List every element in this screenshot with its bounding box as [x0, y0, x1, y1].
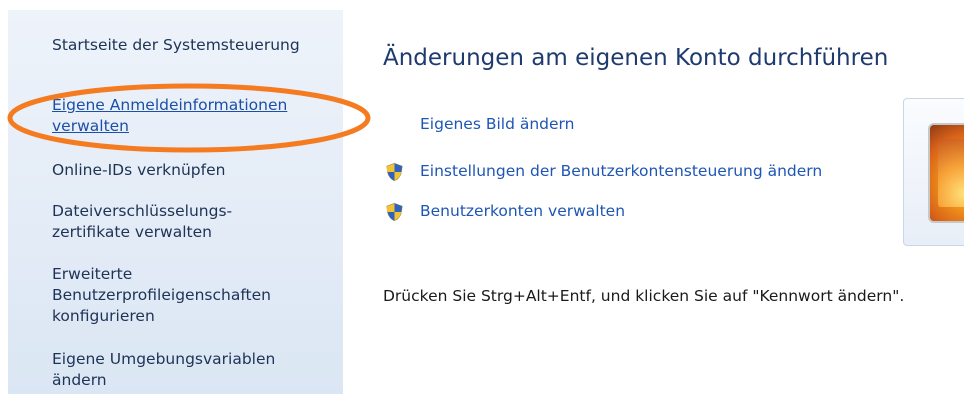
sidebar-item-label: zertifikate verwalten [52, 223, 212, 241]
sidebar-item-label: Online-IDs verknüpfen [52, 161, 226, 179]
sidebar-item-label: konfigurieren [52, 307, 155, 325]
sidebar-item-label: Dateiverschlüsselungs- [52, 202, 233, 220]
sidebar-item-label: Eigene Umgebungsvariablen [52, 350, 276, 368]
sidebar-item-encryption-certificates[interactable]: Dateiverschlüsselungs- zertifikate verwa… [52, 201, 332, 243]
user-picture [928, 123, 964, 223]
manage-user-accounts-link[interactable]: Benutzerkonten verwalten [420, 202, 625, 220]
user-picture-frame[interactable] [903, 98, 964, 246]
user-picture-image [938, 139, 964, 207]
sidebar-item-label: ändern [52, 371, 107, 389]
sidebar-item-label: Erweiterte [52, 265, 133, 283]
sidebar-item-label: Benutzerprofileigenschaften [52, 286, 271, 304]
highlight-ellipse [7, 83, 371, 153]
sidebar-item-label: Startseite der Systemsteuerung [52, 36, 300, 54]
uac-shield-icon [386, 203, 403, 221]
sidebar-item-environment-variables[interactable]: Eigene Umgebungsvariablen ändern [52, 349, 332, 391]
sidebar-item-link-online-ids[interactable]: Online-IDs verknüpfen [52, 160, 332, 181]
change-picture-link[interactable]: Eigenes Bild ändern [420, 115, 574, 133]
sidebar-item-control-panel-home[interactable]: Startseite der Systemsteuerung [52, 35, 332, 56]
page-title: Änderungen am eigenen Konto durchführen [383, 45, 889, 71]
uac-settings-link[interactable]: Einstellungen der Benutzerkontensteuerun… [420, 162, 822, 180]
change-password-hint: Drücken Sie Strg+Alt+Entf, und klicken S… [383, 287, 905, 305]
uac-shield-icon [386, 163, 403, 181]
sidebar-item-advanced-profile-properties[interactable]: Erweiterte Benutzerprofileigenschaften k… [52, 264, 332, 327]
